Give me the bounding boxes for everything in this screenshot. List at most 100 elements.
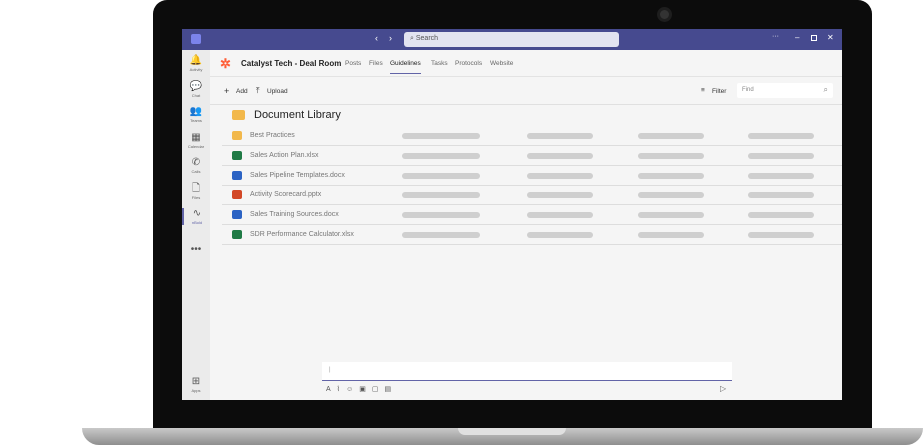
rail-item-apps[interactable]: ⊞ Apps	[182, 376, 210, 393]
placeholder-bar	[638, 172, 704, 179]
send-icon[interactable]: ▷	[720, 384, 726, 393]
hubspot-logo-icon: ✲	[220, 56, 231, 71]
minimize-icon[interactable]: –	[795, 33, 799, 42]
upload-icon[interactable]: ⤒	[256, 86, 260, 96]
compose-value: |	[329, 367, 331, 373]
apps-icon: ⊞	[191, 376, 201, 387]
rail-label: Chat	[191, 92, 201, 98]
tab-guidelines[interactable]: Guidelines	[390, 60, 421, 74]
tab-protocols[interactable]: Protocols	[455, 60, 482, 67]
list-item[interactable]: Sales Training Sources.docx	[222, 205, 842, 226]
title-bar: ‹ › ⌕ Search ··· – ✕	[182, 29, 842, 50]
search-icon: ⌕	[823, 85, 828, 94]
rail-label: Files	[191, 194, 201, 200]
channel-name: Catalyst Tech - Deal Room	[241, 59, 342, 68]
item-name: SDR Performance Calculator.xlsx	[250, 231, 354, 238]
list-item[interactable]: Activity Scorecard.pptx	[222, 185, 842, 206]
list-item[interactable]: Best Practices	[222, 126, 842, 146]
rail-label: Calendar	[187, 143, 205, 149]
word-file-icon	[232, 170, 242, 180]
rail-item-files[interactable]: 🗋 Files	[182, 183, 210, 200]
rail-item-nbold[interactable]: ∿ nBold	[182, 208, 210, 225]
placeholder-bar	[402, 152, 480, 159]
placeholder-bar	[402, 133, 480, 139]
list-item[interactable]: Sales Action Plan.xlsx	[222, 146, 842, 166]
find-placeholder: Find	[742, 87, 754, 93]
attach-icon[interactable]: ⌇	[337, 386, 346, 393]
sticker-icon[interactable]: ▢	[372, 386, 385, 393]
more-apps-icon: •••	[190, 244, 202, 255]
rail-item-chat[interactable]: 💬 Chat	[182, 81, 210, 98]
placeholder-bar	[638, 232, 704, 238]
file-icon: 🗋	[191, 182, 201, 194]
placeholder-bar	[748, 192, 814, 199]
rail-item-teams[interactable]: 👥 Teams	[182, 106, 210, 123]
library-title: Document Library	[254, 109, 341, 121]
nbold-icon: ∿	[192, 208, 202, 219]
placeholder-bar	[527, 152, 593, 159]
tab-posts[interactable]: Posts	[345, 60, 361, 67]
format-icon[interactable]: A	[326, 386, 337, 393]
upload-button[interactable]: Upload	[267, 88, 288, 95]
phone-icon: ✆	[191, 157, 201, 168]
search-placeholder: Search	[415, 35, 439, 42]
forward-icon[interactable]: ›	[389, 33, 392, 43]
emoji-icon[interactable]: ☺	[346, 386, 359, 393]
compose-toolbar: A⌇☺▣▢▤	[326, 385, 397, 393]
excel-file-icon	[232, 230, 242, 239]
add-icon[interactable]: +	[224, 86, 229, 96]
placeholder-bar	[748, 152, 814, 159]
rail-item-calendar[interactable]: ▦ Calendar	[182, 132, 210, 149]
list-item[interactable]: Sales Pipeline Templates.docx	[222, 166, 842, 186]
app-rail: 🔔 Activity 💬 Chat 👥 Teams ▦ Calendar ✆ Calls 🗋 File…	[182, 50, 210, 400]
compose-box[interactable]: |	[322, 362, 732, 381]
placeholder-bar	[527, 172, 593, 179]
more-apps-button[interactable]: •••	[182, 244, 210, 256]
placeholder-bar	[402, 192, 480, 199]
gif-icon[interactable]: ▣	[359, 386, 372, 393]
add-button[interactable]: Add	[236, 88, 248, 95]
excel-file-icon	[232, 150, 242, 160]
schedule-icon[interactable]: ▤	[385, 386, 398, 393]
filter-icon[interactable]: ≡	[701, 87, 705, 94]
placeholder-bar	[402, 172, 480, 179]
folder-file-icon	[232, 131, 242, 140]
placeholder-bar	[748, 133, 814, 139]
placeholder-bar	[748, 212, 814, 219]
placeholder-bar	[748, 172, 814, 179]
placeholder-bar	[527, 212, 593, 219]
teams-logo-icon	[191, 34, 201, 44]
more-icon[interactable]: ···	[772, 33, 779, 40]
powerpoint-file-icon	[232, 190, 242, 200]
placeholder-bar	[638, 133, 704, 139]
bell-icon: 🔔	[189, 55, 203, 66]
tab-files[interactable]: Files	[369, 60, 383, 67]
filter-button[interactable]: Filter	[712, 88, 726, 95]
channel-header: ✲ Catalyst Tech - Deal Room Posts Files Gu…	[210, 50, 842, 77]
rail-label: Apps	[191, 388, 201, 393]
rail-item-activity[interactable]: 🔔 Activity	[182, 55, 210, 72]
item-name: Sales Action Plan.xlsx	[250, 151, 319, 159]
placeholder-bar	[402, 232, 480, 238]
placeholder-bar	[638, 192, 704, 199]
maximize-icon[interactable]	[811, 35, 817, 41]
placeholder-bar	[527, 133, 593, 139]
rail-item-calls[interactable]: ✆ Calls	[182, 157, 210, 174]
close-icon[interactable]: ✕	[827, 33, 834, 42]
chat-icon: 💬	[189, 80, 203, 92]
placeholder-bar	[638, 152, 704, 159]
back-icon[interactable]: ‹	[375, 33, 378, 43]
list-item[interactable]: SDR Performance Calculator.xlsx	[222, 225, 842, 245]
search-input[interactable]: ⌕ Search	[404, 32, 619, 47]
tab-website[interactable]: Website	[490, 60, 513, 67]
item-name: Sales Training Sources.docx	[250, 211, 339, 219]
divider	[210, 104, 842, 105]
item-name: Activity Scorecard.pptx	[250, 191, 322, 199]
placeholder-bar	[527, 232, 593, 238]
teams-window: ‹ › ⌕ Search ··· – ✕ 🔔 Activity 💬 Chat 👥 Team…	[182, 29, 842, 400]
tab-tasks[interactable]: Tasks	[431, 60, 448, 67]
placeholder-bar	[527, 192, 593, 199]
rail-label: Calls	[191, 169, 201, 174]
placeholder-bar	[748, 232, 814, 238]
find-input[interactable]: Find ⌕	[737, 83, 833, 98]
